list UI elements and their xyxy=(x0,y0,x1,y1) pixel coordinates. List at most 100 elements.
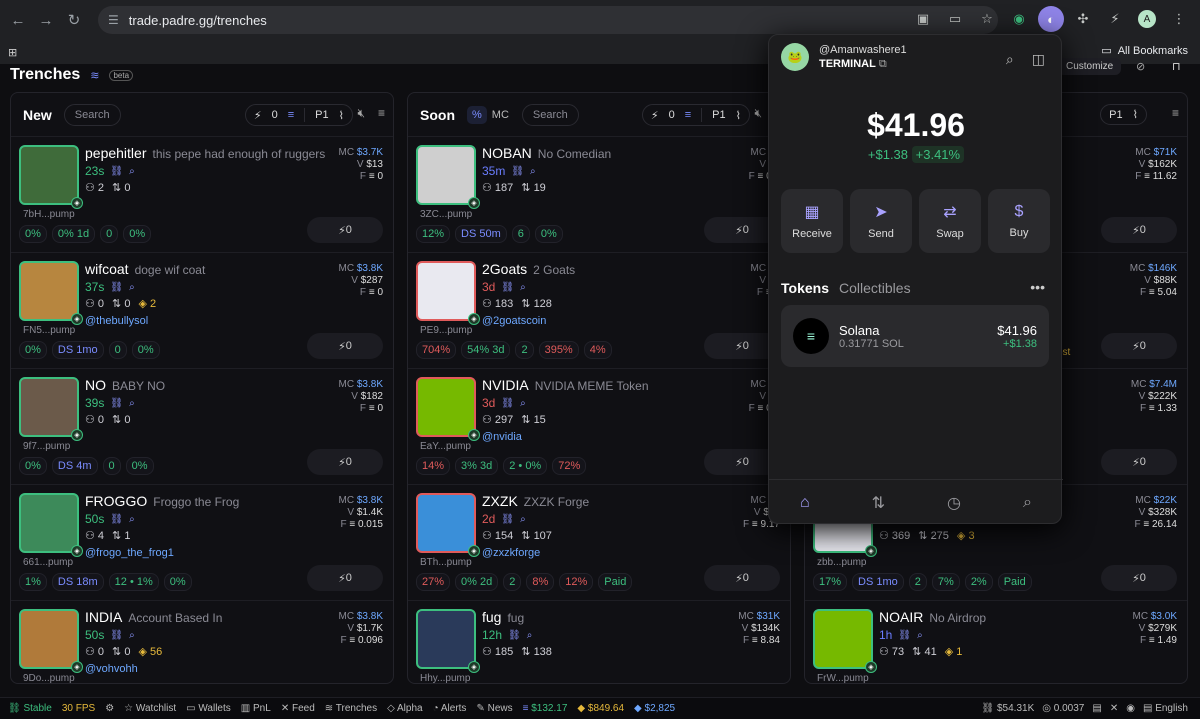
txns-icon[interactable]: ⇅ xyxy=(521,298,533,310)
token-image[interactable] xyxy=(19,493,79,553)
column-search-input[interactable]: Search xyxy=(521,103,579,126)
token-social-link[interactable]: @nvidia xyxy=(482,431,522,443)
txns-icon[interactable]: ⇅ xyxy=(918,530,930,542)
fees-label[interactable]: F xyxy=(1134,519,1143,530)
pump-badge-icon[interactable]: ◈ xyxy=(71,197,83,209)
mc-label[interactable]: MC xyxy=(1133,611,1151,622)
search-icon[interactable]: ⌕ xyxy=(129,514,135,525)
bookmark-icon[interactable]: ⊓ xyxy=(1172,60,1181,73)
copy-icon[interactable]: ⧉ xyxy=(879,58,887,70)
txns-stat[interactable]: ⇅ 128 xyxy=(521,297,552,310)
market-stats[interactable]: MC $3.0K V $279K F ≡ 1.49 xyxy=(1133,611,1177,647)
token-meta[interactable]: 35m ⛓ ⌕ xyxy=(482,164,536,178)
quick-buy-button[interactable]: ⚡ 0 xyxy=(704,565,780,591)
token-name[interactable]: NO BABY NO xyxy=(85,377,165,393)
docs-icon[interactable]: ▤ xyxy=(1092,703,1101,714)
fees-label[interactable]: F xyxy=(340,635,349,646)
pump-badge-icon[interactable]: ◈ xyxy=(865,661,877,673)
token-stats[interactable]: ⚇ 369 ⇅ 275 ◈ 3 xyxy=(879,529,975,542)
token-name[interactable]: NOAIR No Airdrop xyxy=(879,609,986,625)
holders-icon[interactable]: ⚇ xyxy=(85,298,98,310)
token-address[interactable]: 661...pump xyxy=(23,557,73,568)
extra-stat[interactable]: ◈ 2 xyxy=(138,297,156,310)
txns-stat[interactable]: ⇅ 1 xyxy=(112,529,130,542)
bolt-icon[interactable]: ⚡ xyxy=(1132,340,1140,353)
token-metrics[interactable]: 27% 0% 2d 2 8% 12% Paid xyxy=(416,573,633,591)
token-meta[interactable]: 1h ⛓ ⌕ xyxy=(879,628,923,642)
fees-label[interactable]: F xyxy=(1140,287,1149,298)
fees-label[interactable]: F xyxy=(1135,171,1144,182)
txns-icon[interactable]: ⇅ xyxy=(521,530,533,542)
token-address[interactable]: FN5...pump xyxy=(23,325,75,336)
volume-row[interactable]: V $162K xyxy=(1135,159,1177,171)
token-metrics[interactable]: 17% DS 1mo 2 7% 2% Paid xyxy=(813,573,1032,591)
fees-label[interactable]: F xyxy=(360,287,369,298)
footer-link-feed[interactable]: ✕ Feed xyxy=(281,703,315,714)
search-icon[interactable]: ⌕ xyxy=(1006,51,1014,68)
txns-icon[interactable]: ⇅ xyxy=(521,646,533,658)
toggle-percent[interactable]: % xyxy=(467,105,487,124)
mc-row[interactable]: MC $3.8K xyxy=(339,263,383,275)
extra-stat[interactable]: ◈ 1 xyxy=(945,645,963,658)
sol-icon[interactable]: ≡ xyxy=(1149,287,1158,298)
token-metrics[interactable]: 12% DS 50m 6 0% xyxy=(416,225,563,243)
column-search-input[interactable]: Search xyxy=(63,103,121,126)
bolt-icon[interactable]: ⚡ xyxy=(338,224,346,237)
fees-label[interactable]: F xyxy=(340,519,349,530)
search-icon[interactable]: ⌕ xyxy=(129,166,135,177)
filter-icon[interactable]: ≡ xyxy=(1172,106,1179,120)
token-stats[interactable]: ⚇ 185 ⇅ 138 xyxy=(482,645,552,658)
volume-label[interactable]: V xyxy=(1139,623,1148,634)
token-image[interactable] xyxy=(19,261,79,321)
new-token-card[interactable]: ◈ 9f7...pump NO BABY NO 39s ⛓ ⌕ ⚇ 0 ⇅ 0 MC $3.8K V… xyxy=(11,369,393,485)
footer-link-wallets[interactable]: ▭ Wallets xyxy=(186,703,231,714)
fees-row[interactable]: F ≡ 5.04 xyxy=(1130,287,1177,299)
mc-row[interactable]: MC $3.8K xyxy=(339,495,383,507)
quick-buy-button[interactable]: ⚡ 0 xyxy=(1101,449,1177,475)
volume-label[interactable]: V xyxy=(754,507,763,518)
pump-badge-icon[interactable]: ◈ xyxy=(71,545,83,557)
phantom-extension-icon[interactable]: ◐ xyxy=(1038,6,1064,32)
holders-stat[interactable]: ⚇ 297 xyxy=(482,413,513,426)
holders-icon[interactable]: ⚇ xyxy=(85,646,98,658)
bolt-icon[interactable]: ⚡ xyxy=(735,572,743,585)
link-icon[interactable]: ⛓ xyxy=(501,398,514,409)
bolt-icon[interactable]: ⚡ xyxy=(735,340,743,353)
volume-label[interactable]: V xyxy=(351,275,360,286)
token-name[interactable]: fug fug xyxy=(482,609,524,625)
txns-icon[interactable]: ⇅ xyxy=(521,182,533,194)
bolt-icon[interactable]: ⚡ xyxy=(735,224,743,237)
performance-icon[interactable]: ⚡ xyxy=(1102,6,1128,32)
mc-row[interactable]: MC $3.0K xyxy=(1133,611,1177,623)
token-meta[interactable]: 50s ⛓ ⌕ xyxy=(85,628,135,642)
hide-icon[interactable]: ⊘ xyxy=(1136,60,1145,73)
holders-stat[interactable]: ⚇ 369 xyxy=(879,529,910,542)
search-icon[interactable]: ⌕ xyxy=(527,630,533,641)
forward-icon[interactable]: → xyxy=(32,6,60,34)
install-app-icon[interactable]: ▣ xyxy=(910,6,936,32)
token-image[interactable] xyxy=(416,377,476,437)
holders-icon[interactable]: ⚇ xyxy=(482,646,495,658)
token-image[interactable] xyxy=(416,493,476,553)
mc-row[interactable]: MC $3.7K xyxy=(339,147,383,159)
holders-stat[interactable]: ⚇ 4 xyxy=(85,529,104,542)
token-social-link[interactable]: @zxzkforge xyxy=(482,547,540,559)
volume-row[interactable]: V $88K xyxy=(1130,275,1177,287)
volume-label[interactable]: V xyxy=(347,623,356,634)
pump-badge-icon[interactable]: ◈ xyxy=(468,429,480,441)
fees-row[interactable]: F ≡ 1.49 xyxy=(1133,635,1177,647)
volume-row[interactable]: V $279K xyxy=(1133,623,1177,635)
token-meta[interactable]: 12h ⛓ ⌕ xyxy=(482,628,532,642)
extension-green-icon[interactable]: ◉ xyxy=(1006,6,1032,32)
sol-icon[interactable]: ≡ xyxy=(1143,519,1152,530)
fees-row[interactable]: F ≡ 0 xyxy=(339,171,383,183)
volume-row[interactable]: V $222K xyxy=(1131,391,1177,403)
wallet-avatar[interactable]: 🐸 xyxy=(781,43,809,71)
bolt-icon[interactable]: ⚡ xyxy=(338,572,346,585)
holders-stat[interactable]: ⚇ 185 xyxy=(482,645,513,658)
mc-label[interactable]: MC xyxy=(751,263,769,274)
token-address[interactable]: 3ZC...pump xyxy=(420,209,472,220)
token-meta[interactable]: 39s ⛓ ⌕ xyxy=(85,396,135,410)
volume-label[interactable]: V xyxy=(357,159,366,170)
pump-badge-icon[interactable]: ◈ xyxy=(468,197,480,209)
